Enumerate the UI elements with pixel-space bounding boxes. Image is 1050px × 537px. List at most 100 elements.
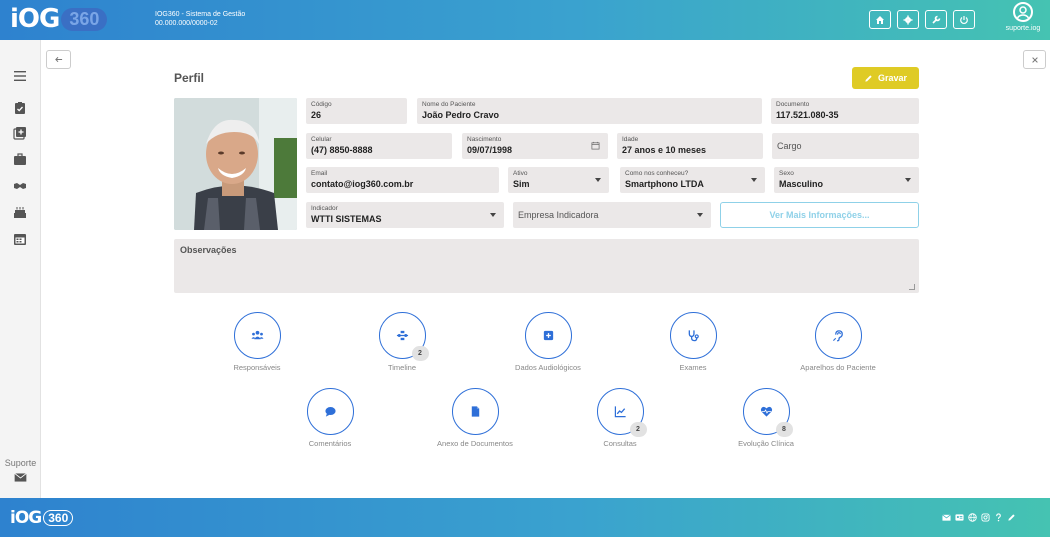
id-card-icon[interactable] (955, 513, 964, 522)
envelope-icon (14, 473, 27, 482)
patient-photo[interactable] (174, 98, 297, 230)
documento-label: Documento (776, 101, 810, 108)
envelope-icon[interactable] (942, 513, 951, 522)
nome-label: Nome do Paciente (422, 101, 476, 108)
username: suporte.iog (1005, 25, 1041, 32)
como-conheceu-label: Como nos conheceu? (625, 170, 689, 177)
save-label: Gravar (877, 73, 908, 83)
footer-logo: iOG 360 (10, 508, 74, 528)
support-link[interactable]: Suporte (0, 458, 41, 484)
home-icon (876, 15, 884, 24)
idade-value: 27 anos e 10 meses (622, 145, 707, 155)
logo-text: iOG (10, 4, 60, 34)
dados-audiologicos-button[interactable]: Dados Audiológicos (493, 312, 603, 372)
wrench-icon (932, 15, 941, 24)
evolucao-clinica-button[interactable]: 8 Evolução Clínica (711, 388, 821, 448)
question-icon[interactable] (994, 513, 1003, 522)
chart-line-icon (614, 406, 626, 418)
cargo-field[interactable]: Cargo (772, 133, 919, 159)
hearing-icon (832, 330, 843, 342)
logout-button[interactable] (953, 10, 975, 29)
user-avatar-icon (1013, 2, 1033, 22)
pencil-icon (865, 74, 872, 82)
timeline-icon (396, 330, 408, 341)
action-circle (233, 312, 281, 359)
user-menu[interactable]: suporte.iog (1003, 2, 1043, 32)
email-field[interactable]: Email contato@iog360.com.br (306, 167, 499, 193)
action-circle (814, 312, 862, 359)
close-icon (1031, 56, 1038, 63)
celular-field[interactable]: Celular (47) 8850-8888 (306, 133, 452, 159)
sexo-select[interactable]: Sexo Masculino (774, 167, 919, 193)
observacoes-textarea[interactable]: Observações (174, 239, 919, 293)
documento-field[interactable]: Documento 117.521.080-35 (771, 98, 919, 124)
responsaveis-button[interactable]: Responsáveis (202, 312, 312, 372)
sexo-value: Masculino (779, 179, 824, 189)
timeline-button[interactable]: 2 Timeline (347, 312, 457, 372)
back-button[interactable] (46, 50, 71, 69)
app-logo[interactable]: iOG 360 (10, 4, 108, 34)
users-icon (250, 330, 264, 340)
como-conheceu-value: Smartphono LTDA (625, 179, 704, 189)
nome-paciente-field[interactable]: Nome do Paciente João Pedro Cravo (417, 98, 762, 124)
settings-button[interactable] (897, 10, 919, 29)
birthday-cake-icon[interactable] (13, 205, 27, 219)
action-circle: 2 (378, 312, 429, 361)
anexo-documentos-button[interactable]: Anexo de Documentos (420, 388, 530, 448)
instagram-icon[interactable] (981, 513, 990, 522)
footer-logo-badge: 360 (43, 510, 74, 526)
company-cnpj: 00.000.000/0000-02 (155, 20, 218, 27)
chevron-down-icon (905, 178, 911, 182)
more-info-button[interactable]: Ver Mais Informações... (720, 202, 919, 228)
system-name: IOG360 - Sistema de Gestão (155, 11, 246, 18)
action-circle: 2 (596, 388, 647, 437)
close-button[interactable] (1023, 50, 1046, 69)
footer-links (942, 513, 1016, 522)
nome-value: João Pedro Cravo (422, 110, 500, 120)
action-circle (306, 388, 354, 435)
comentarios-button[interactable]: Comentários (275, 388, 385, 448)
aparelhos-paciente-button[interactable]: Aparelhos do Paciente (783, 312, 893, 372)
tools-button[interactable] (925, 10, 947, 29)
codigo-field[interactable]: Código 26 (306, 98, 407, 124)
clipboard-check-icon[interactable] (13, 101, 27, 115)
email-label: Email (311, 170, 328, 177)
consultas-button[interactable]: 2 Consultas (565, 388, 675, 448)
globe-icon[interactable] (968, 513, 977, 522)
menu-icon[interactable] (13, 69, 27, 83)
consultas-label: Consultas (603, 439, 637, 448)
evolucao-count-badge: 8 (775, 422, 793, 437)
exames-button[interactable]: Exames (638, 312, 748, 372)
support-label: Suporte (4, 458, 37, 468)
handshake-icon[interactable] (13, 179, 27, 193)
calendar-icon[interactable] (591, 141, 600, 150)
indicador-select[interactable]: Indicador WTTI SISTEMAS (306, 202, 504, 228)
anexo-documentos-label: Anexo de Documentos (437, 439, 513, 448)
save-button[interactable]: Gravar (852, 67, 919, 89)
chevron-down-icon (751, 178, 757, 182)
nascimento-field[interactable]: Nascimento 09/07/1998 (462, 133, 608, 159)
observacoes-placeholder: Observações (180, 245, 237, 255)
timeline-count-badge: 2 (411, 346, 429, 361)
pencil-icon[interactable] (1007, 513, 1016, 522)
empresa-indicadora-select[interactable]: Empresa Indicadora (513, 202, 711, 228)
system-info: IOG360 - Sistema de Gestão 00.000.000/00… (155, 10, 245, 28)
resize-handle[interactable] (909, 284, 915, 290)
action-circle (669, 312, 717, 359)
power-icon (960, 15, 968, 24)
action-circle (451, 388, 499, 435)
top-actions (869, 10, 975, 29)
home-button[interactable] (869, 10, 891, 29)
ativo-select[interactable]: Ativo Sim (508, 167, 609, 193)
heartbeat-icon (760, 406, 772, 417)
medical-records-icon[interactable] (13, 126, 27, 140)
sidebar: Suporte (0, 40, 41, 498)
sexo-label: Sexo (779, 170, 794, 177)
chevron-down-icon (490, 213, 496, 217)
page-title: Perfil (174, 71, 205, 85)
briefcase-icon[interactable] (13, 152, 27, 166)
chevron-down-icon (595, 178, 601, 182)
action-circle (524, 312, 572, 359)
calendar-icon[interactable] (13, 232, 27, 246)
como-conheceu-select[interactable]: Como nos conheceu? Smartphono LTDA (620, 167, 765, 193)
